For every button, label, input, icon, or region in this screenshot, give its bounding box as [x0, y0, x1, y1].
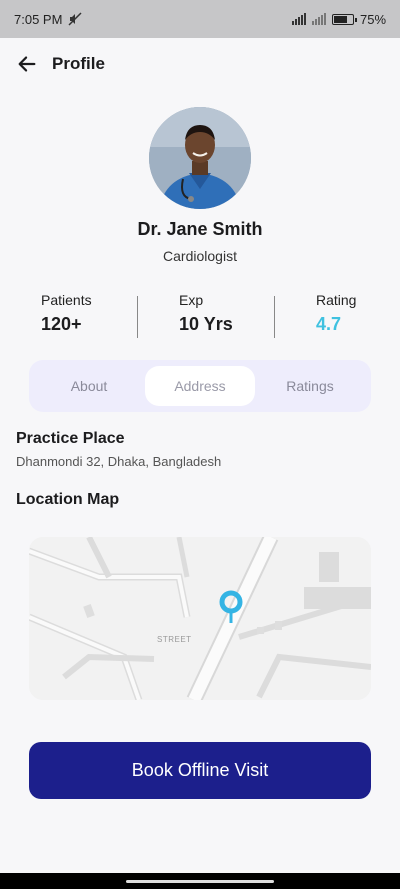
header: Profile [16, 50, 105, 78]
status-left: 7:05 PM [14, 12, 82, 27]
practice-title: Practice Place [16, 430, 125, 447]
practice-address: Dhanmondi 32, Dhaka, Bangladesh [16, 454, 222, 469]
mute-icon [68, 12, 82, 26]
map-graphic [29, 537, 371, 700]
back-arrow-icon[interactable] [16, 53, 38, 75]
stat-patients: Patients 120+ [41, 292, 151, 335]
doctor-photo [149, 107, 251, 209]
signal-icon [291, 13, 306, 25]
doctor-specialty: Cardiologist [163, 248, 237, 264]
stat-patients-value: 120+ [41, 314, 82, 334]
stat-exp-value: 10 Yrs [179, 314, 233, 334]
doctor-name: Dr. Jane Smith [137, 219, 263, 239]
stat-rating-value: 4.7 [316, 314, 342, 334]
status-time: 7:05 PM [14, 11, 63, 27]
stat-rating-label: Rating [316, 292, 357, 308]
stat-divider [137, 296, 138, 338]
tab-about[interactable]: About [34, 366, 144, 406]
battery-icon [331, 13, 357, 25]
page-title: Profile [52, 54, 105, 73]
book-offline-visit-button[interactable]: Book Offline Visit [29, 742, 371, 799]
status-bar: 7:05 PM 75% [0, 0, 400, 38]
map-street-label: STREET [157, 635, 192, 644]
status-right: 75% [291, 11, 386, 27]
stat-rating: Rating 4.7 [316, 292, 400, 335]
stat-patients-label: Patients [41, 292, 92, 308]
home-indicator[interactable] [126, 880, 274, 883]
tab-address[interactable]: Address [145, 366, 255, 406]
tab-ratings[interactable]: Ratings [255, 366, 365, 406]
location-map[interactable]: STREET [29, 537, 371, 700]
navigation-bar [0, 873, 400, 889]
signal-icon-secondary [311, 13, 326, 25]
location-map-title: Location Map [16, 491, 120, 508]
avatar [149, 107, 251, 209]
stat-divider [274, 296, 275, 338]
stat-exp-label: Exp [179, 292, 204, 308]
stats-row: Patients 120+ Exp 10 Yrs Rating 4.7 [0, 292, 400, 342]
battery-percent: 75% [359, 11, 386, 27]
tab-bar: About Address Ratings [29, 360, 371, 412]
stat-exp: Exp 10 Yrs [179, 292, 289, 335]
